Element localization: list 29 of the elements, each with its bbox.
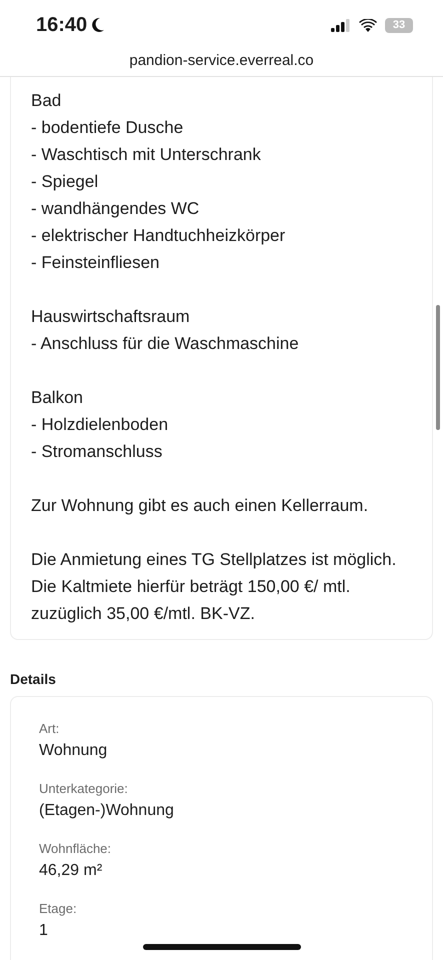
description-line: Die Anmietung eines TG Stellplatzes ist möglich. Die Kaltmiete hierfür beträgt 150,00 €/ mtl. zuzüglich 35,00 €/mtl. BK-VZ. [31, 549, 398, 625]
detail-value: Wohnung [39, 741, 108, 761]
description-line: Bad [31, 90, 62, 112]
description-line: Hauswirtschaftsraum [31, 306, 191, 328]
detail-label: Wohnfläche: [39, 840, 112, 858]
description-line: - Stromanschluss [31, 441, 164, 463]
signal-icon [331, 18, 351, 32]
description-line: - Waschtisch mit Unterschrank [31, 144, 262, 166]
description-line: - bodentiefe Dusche [31, 117, 184, 139]
description-line: - Anschluss für die Waschmaschine [31, 333, 300, 355]
url-text[interactable]: pandion-service.everreal.co [129, 50, 314, 72]
detail-label: Art: [39, 720, 60, 738]
moon-icon [91, 17, 106, 33]
description-line: - wandhängendes WC [31, 198, 200, 220]
detail-label: Unterkategorie: [39, 780, 129, 798]
detail-value: (Etagen-)Wohnung [39, 801, 175, 821]
description-line: - Holzdielenboden [31, 414, 170, 436]
status-time: 16:40 [36, 13, 88, 38]
description-line: Balkon [31, 387, 84, 409]
description-line: Zur Wohnung gibt es auch einen Kellerraum. [31, 495, 370, 517]
description-line: - elektrischer Handtuchheizkörper [31, 225, 286, 247]
section-title: Details [10, 670, 57, 689]
description-line: - Feinsteinfliesen [31, 252, 161, 274]
detail-value: 46,29 m² [39, 861, 104, 881]
description-line: - Spiegel [31, 171, 100, 193]
wifi-icon [359, 18, 377, 32]
detail-label: Etage: [39, 900, 78, 918]
battery-level: 33 [385, 18, 413, 32]
detail-value: 1 [39, 921, 49, 941]
